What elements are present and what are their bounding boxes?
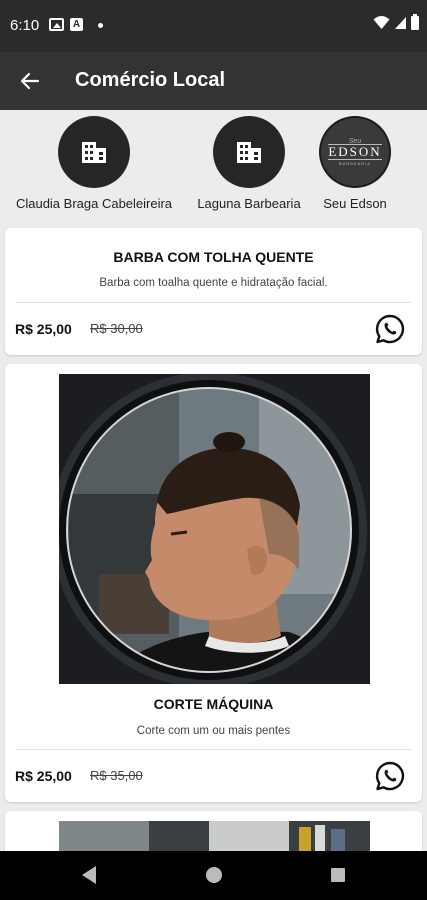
product-card[interactable]: CORTE MÁQUINA Corte com um ou mais pente… xyxy=(5,364,422,802)
store-avatar: Seu EDSON BARBEARIA xyxy=(319,116,391,188)
card-divider xyxy=(15,302,412,303)
whatsapp-button[interactable] xyxy=(374,760,406,792)
status-bar: 6:10 A xyxy=(0,0,427,52)
nav-recents-button[interactable] xyxy=(327,863,349,892)
dot-icon xyxy=(98,23,103,28)
signal-icon xyxy=(395,17,406,29)
product-price: R$ 25,00 xyxy=(15,768,72,784)
barber-photo-illustration xyxy=(59,374,370,684)
whatsapp-button[interactable] xyxy=(374,313,406,345)
product-description: Barba com toalha quente e hidratação fac… xyxy=(99,277,328,289)
status-icons xyxy=(373,14,419,30)
navigation-bar xyxy=(0,851,427,900)
store-avatar xyxy=(58,116,130,188)
arrow-left-icon xyxy=(20,72,40,90)
photo-icon xyxy=(49,18,64,31)
logo-tiny-text: BARBEARIA xyxy=(339,161,371,166)
product-card[interactable]: BARBA COM TOLHA QUENTE Barba com toalha … xyxy=(5,228,422,355)
app-bar: Comércio Local xyxy=(0,52,427,110)
product-title: BARBA COM TOLHA QUENTE xyxy=(113,249,314,265)
nav-home-button[interactable] xyxy=(202,863,226,892)
square-recents-icon xyxy=(331,868,345,882)
price-row: R$ 25,00 R$ 30,00 xyxy=(15,310,412,350)
building-icon xyxy=(237,142,261,163)
nav-back-button[interactable] xyxy=(78,863,100,892)
card-divider xyxy=(15,749,412,750)
status-time: 6:10 xyxy=(10,17,40,34)
battery-icon xyxy=(411,14,419,30)
whatsapp-icon xyxy=(375,761,405,791)
product-old-price: R$ 35,00 xyxy=(90,768,143,783)
edson-logo: Seu EDSON BARBEARIA xyxy=(321,118,389,186)
product-description: Corte com um ou mais pentes xyxy=(136,725,291,737)
store-name: Seu Edson xyxy=(323,196,387,211)
product-title: CORTE MÁQUINA xyxy=(153,696,274,712)
building-icon xyxy=(82,142,106,163)
logo-big-text: EDSON xyxy=(328,144,382,160)
wifi-icon xyxy=(373,16,390,29)
a-icon: A xyxy=(70,18,83,31)
store-carousel[interactable]: Claudia Braga Cabeleireira Laguna Barbea… xyxy=(0,110,427,220)
store-name: Laguna Barbearia xyxy=(197,196,301,211)
store-item-laguna-barbearia[interactable]: Laguna Barbearia xyxy=(190,116,308,211)
back-button[interactable] xyxy=(14,65,46,97)
product-old-price: R$ 30,00 xyxy=(90,321,143,336)
store-name: Claudia Braga Cabeleireira xyxy=(15,196,173,211)
store-avatar xyxy=(213,116,285,188)
triangle-back-icon xyxy=(82,866,96,884)
circle-home-icon xyxy=(206,867,222,883)
price-row: R$ 25,00 R$ 35,00 xyxy=(15,757,412,797)
product-price: R$ 25,00 xyxy=(15,321,72,337)
product-photo xyxy=(59,374,370,684)
store-item-claudia-braga[interactable]: Claudia Braga Cabeleireira xyxy=(8,116,180,211)
whatsapp-icon xyxy=(375,314,405,344)
page-title: Comércio Local xyxy=(75,69,226,91)
store-item-seu-edson[interactable]: Seu EDSON BARBEARIA Seu Edson xyxy=(317,116,393,211)
